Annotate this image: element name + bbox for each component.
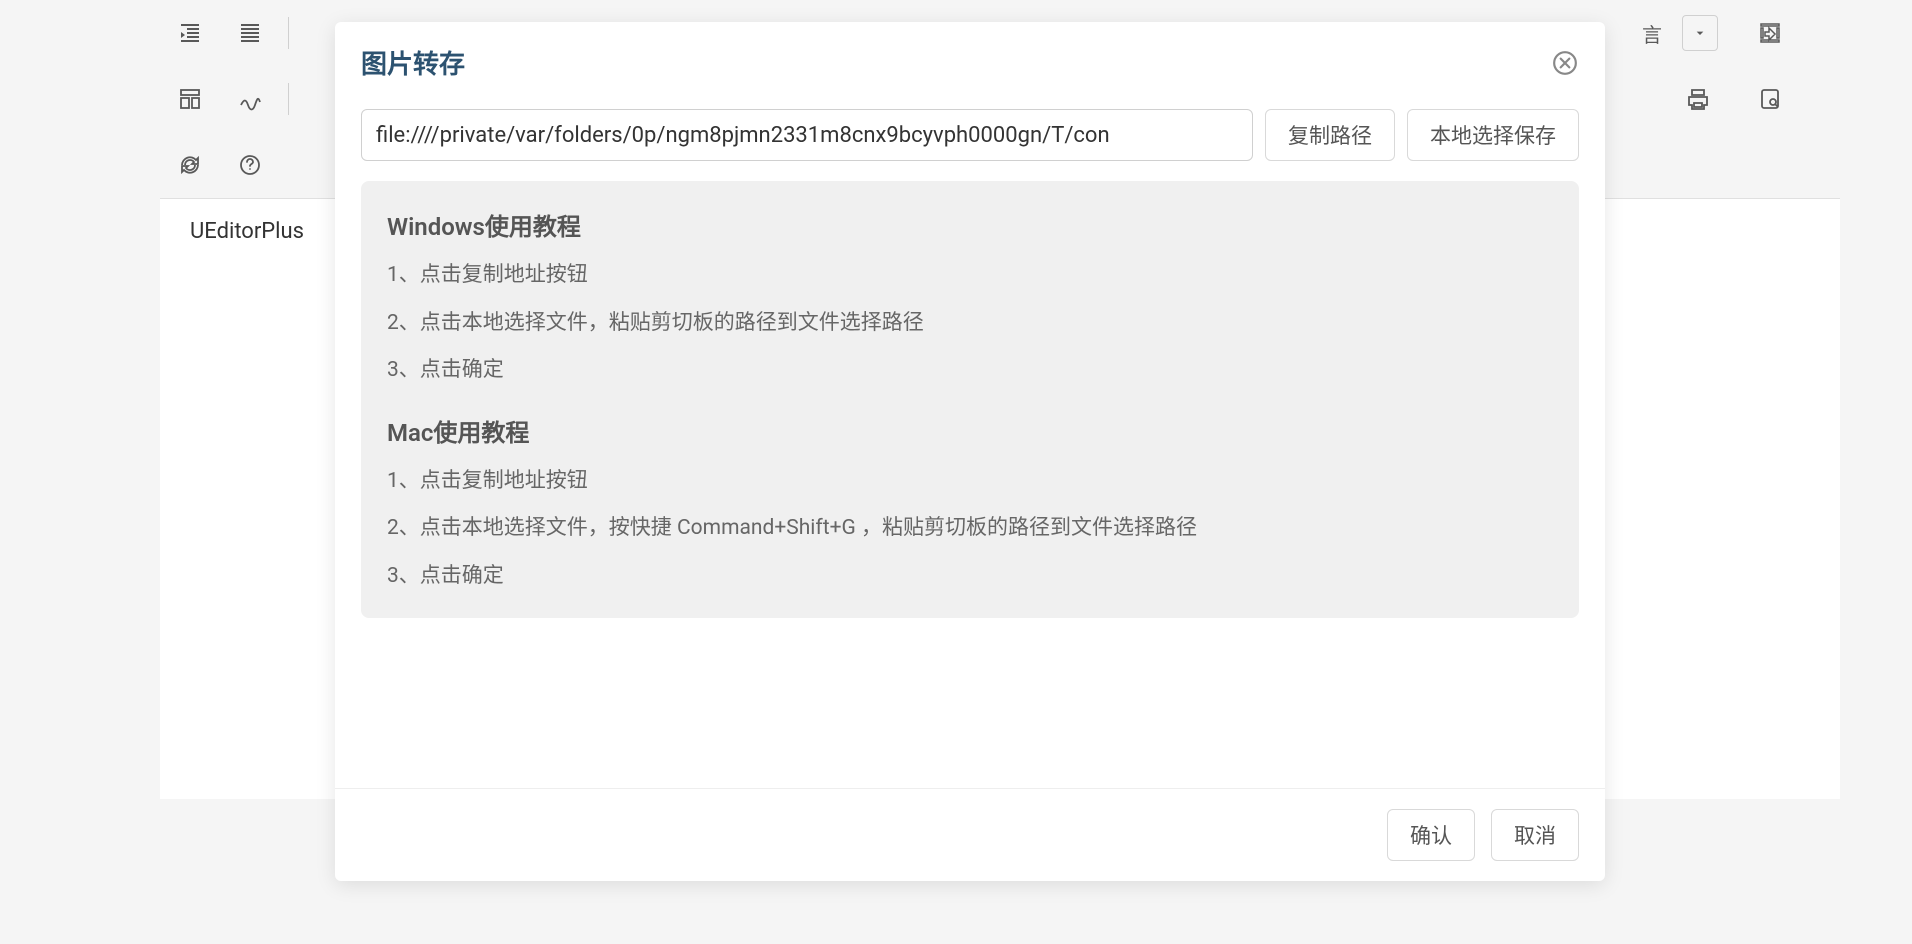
tutorial-step: 3、点击确定	[387, 561, 1553, 593]
toolbar-separator	[288, 83, 289, 115]
tutorial-box: Windows使用教程 1、点击复制地址按钮 2、点击本地选择文件，粘贴剪切板的…	[361, 181, 1579, 618]
dialog-body: 复制路径 本地选择保存 Windows使用教程 1、点击复制地址按钮 2、点击本…	[335, 99, 1605, 638]
dialog-header: 图片转存	[335, 22, 1605, 99]
insert-frame-icon[interactable]	[1750, 13, 1790, 53]
print-icon[interactable]	[1678, 79, 1718, 119]
preview-icon[interactable]	[1750, 79, 1790, 119]
tutorial-step: 3、点击确定	[387, 355, 1553, 387]
refresh-icon[interactable]	[170, 145, 210, 185]
language-label-fragment: 言	[1634, 15, 1670, 52]
help-icon[interactable]	[230, 145, 270, 185]
windows-tutorial-heading: Windows使用教程	[387, 207, 1553, 242]
toolbar-separator	[288, 17, 289, 49]
path-input[interactable]	[361, 109, 1253, 161]
tutorial-step: 1、点击复制地址按钮	[387, 260, 1553, 292]
editor-text: UEditorPlus	[190, 219, 304, 244]
dialog-title: 图片转存	[361, 44, 465, 81]
dropdown-caret-icon[interactable]	[1682, 15, 1718, 51]
input-row: 复制路径 本地选择保存	[361, 109, 1579, 161]
mac-tutorial-heading: Mac使用教程	[387, 413, 1553, 448]
cancel-button[interactable]: 取消	[1491, 809, 1579, 861]
tutorial-step: 2、点击本地选择文件，粘贴剪切板的路径到文件选择路径	[387, 308, 1553, 340]
image-transfer-dialog: 图片转存 复制路径 本地选择保存 Windows使用教程 1、点击复制地址按钮 …	[335, 22, 1605, 881]
tutorial-step: 2、点击本地选择文件，按快捷 Command+Shift+G ，粘贴剪切板的路径…	[387, 513, 1553, 545]
confirm-button[interactable]: 确认	[1387, 809, 1475, 861]
copy-path-button[interactable]: 复制路径	[1265, 109, 1395, 161]
close-icon[interactable]	[1551, 49, 1579, 77]
justify-icon[interactable]	[230, 13, 270, 53]
toolbar-right-1: 言	[1634, 13, 1800, 53]
toolbar-right-2	[1668, 79, 1800, 119]
local-save-button[interactable]: 本地选择保存	[1407, 109, 1579, 161]
dialog-footer: 确认 取消	[335, 788, 1605, 881]
tutorial-step: 1、点击复制地址按钮	[387, 466, 1553, 498]
indent-right-icon[interactable]	[170, 13, 210, 53]
scribble-icon[interactable]	[230, 79, 270, 119]
layout-icon[interactable]	[170, 79, 210, 119]
